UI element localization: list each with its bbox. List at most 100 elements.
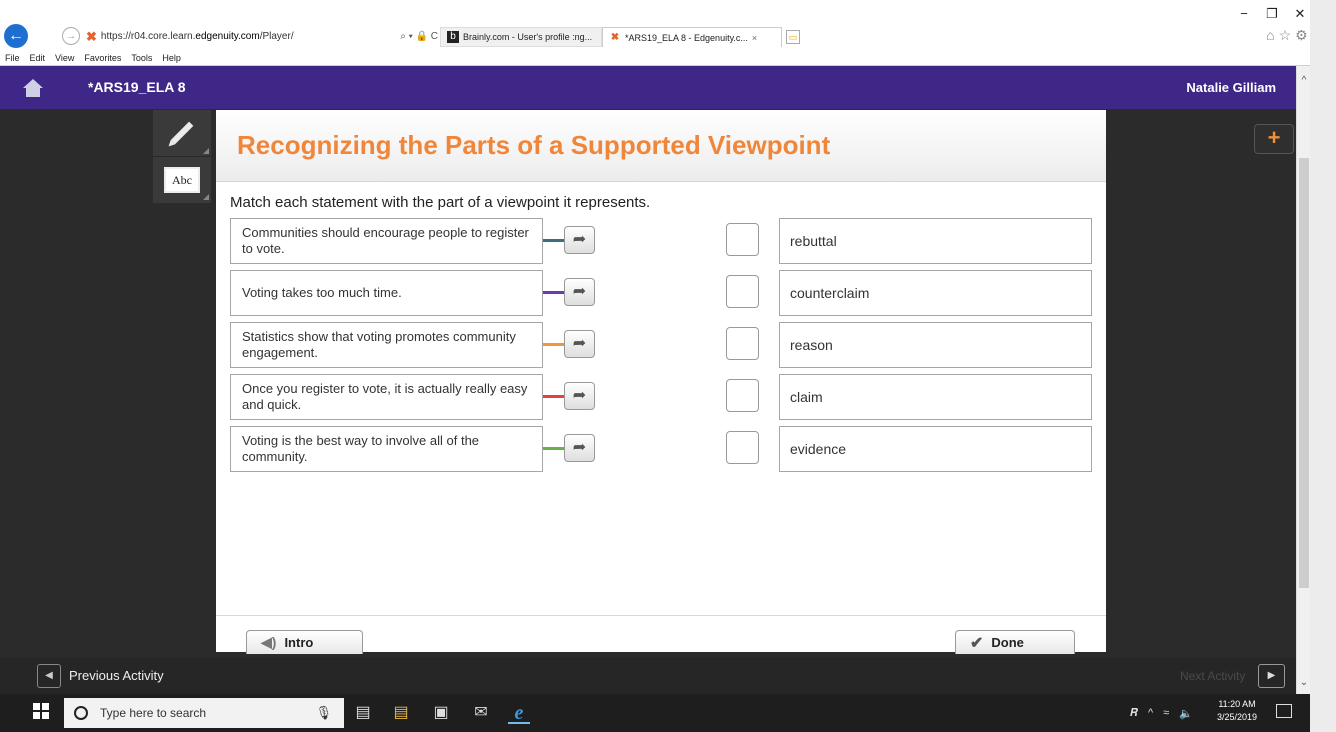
store-icon[interactable]: ▣ [430,702,452,724]
connector-line [543,395,565,398]
windows-start-icon[interactable] [33,703,49,719]
match-arrow-button[interactable]: ➦ [564,226,595,254]
arrow-icon: ➦ [572,283,587,300]
address-url[interactable]: https://r04.core.learn.edgenuity.com/Pla… [101,27,396,47]
browser-chrome: ← → ✖ https://r04.core.learn.edgenuity.c… [0,0,1336,66]
tray-chevron-up-icon[interactable]: ^ [1148,707,1153,719]
wifi-icon[interactable]: ≈ [1163,707,1169,719]
match-arrow-button[interactable]: ➦ [564,382,595,410]
windows-taskbar: Type here to search 🎙 ▤ ▤ ▣ ✉ e 𝑹 ^ ≈ 🔈 … [0,694,1310,732]
intro-label: Intro [284,635,314,650]
match-target-box[interactable] [726,223,759,256]
statement-box[interactable]: Voting is the best way to involve all of… [230,426,543,472]
microphone-icon[interactable]: 🎙 [315,705,332,721]
home-page-icon[interactable]: ⌂ [1266,27,1278,43]
menu-view[interactable]: View [50,50,79,66]
scroll-down-icon[interactable]: ⌄ [1297,674,1311,692]
connector-line [543,447,565,450]
mail-icon[interactable]: ✉ [470,702,492,724]
statement-text: Voting is the best way to involve all of… [242,433,480,464]
answer-text: counterclaim [790,285,870,301]
menu-favorites[interactable]: Favorites [79,50,126,66]
internet-explorer-icon[interactable]: e [508,702,530,724]
previous-activity-label[interactable]: Previous Activity [69,658,164,694]
file-explorer-icon[interactable]: ▤ [390,702,412,724]
menu-file[interactable]: File [0,50,25,66]
next-activity-button[interactable]: ▶ [1258,664,1285,688]
arrow-icon: ➦ [572,387,587,404]
activity-footer: ◀) Intro ✔ Done [216,615,1106,654]
brainly-favicon-icon: b [447,31,459,43]
match-arrow-button[interactable]: ➦ [564,330,595,358]
answer-box: evidence [779,426,1092,472]
dictionary-icon: Abc [164,166,200,193]
done-button[interactable]: ✔ Done [955,630,1075,654]
restore-icon[interactable]: ❐ [1262,6,1282,22]
people-icon[interactable]: 𝑹 [1130,707,1138,720]
match-target-box[interactable] [726,431,759,464]
plus-icon: + [1267,125,1281,150]
minimize-icon[interactable]: − [1234,6,1254,21]
activity-panel: Recognizing the Parts of a Supported Vie… [216,110,1106,654]
menu-help[interactable]: Help [157,50,186,66]
cortana-icon [74,706,88,720]
intro-button[interactable]: ◀) Intro [246,630,363,654]
plus-button[interactable]: + [1254,124,1294,154]
taskbar-search[interactable]: Type here to search 🎙 [64,698,344,728]
home-button[interactable] [0,66,66,109]
statement-text: Voting takes too much time. [242,285,402,300]
menu-edit[interactable]: Edit [25,50,51,66]
forward-arrow-icon[interactable]: → [62,27,80,45]
close-window-icon[interactable]: ✕ [1290,6,1310,22]
user-name[interactable]: Natalie Gilliam [1186,66,1276,109]
app-header: *ARS19_ELA 8 Natalie Gilliam [0,66,1296,109]
answer-text: evidence [790,441,847,457]
chevron-left-icon: ◀ [45,670,53,681]
arrow-icon: ➦ [572,439,587,456]
next-activity-label: Next Activity [1180,669,1246,683]
checkmark-icon: ✔ [970,634,984,652]
address-tools-icons[interactable]: ⌕ ▾ 🔒 C [400,27,438,47]
page-scrollbar[interactable]: ^ ⌄ [1296,66,1310,694]
favorites-star-icon[interactable]: ☆ [1279,27,1296,43]
address-bar[interactable]: ✖ https://r04.core.learn.edgenuity.com/P… [86,27,438,47]
statement-box[interactable]: Once you register to vote, it is actuall… [230,374,543,420]
previous-activity-button[interactable]: ◀ [37,664,61,688]
statement-box[interactable]: Statistics show that voting promotes com… [230,322,543,368]
edgenuity-favicon-icon: ✖ [86,29,97,44]
connector-line [543,343,565,346]
statement-box[interactable]: Communities should encourage people to r… [230,218,543,264]
dictionary-tool-button[interactable]: Abc [153,156,211,202]
match-arrow-button[interactable]: ➦ [564,278,595,306]
menu-tools[interactable]: Tools [126,50,157,66]
statement-box[interactable]: Voting takes too much time. [230,270,543,316]
arrow-icon: ➦ [572,231,587,248]
answer-box: claim [779,374,1092,420]
scroll-thumb[interactable] [1299,158,1309,588]
task-view-icon[interactable]: ▤ [352,702,374,724]
match-arrow-button[interactable]: ➦ [564,434,595,462]
window-edge [1310,0,1336,732]
tab-close-icon[interactable]: × [752,28,757,47]
edgenuity-tab-favicon-icon: ✖ [610,31,620,43]
back-arrow-icon[interactable]: ← [4,24,28,48]
volume-icon[interactable]: 🔈 [1179,707,1193,720]
answer-text: rebuttal [790,233,837,249]
tab-brainly[interactable]: b Brainly.com - User's profile :ng... [440,27,602,47]
taskbar-search-placeholder: Type here to search [100,706,207,720]
action-center-icon[interactable] [1276,704,1292,718]
answer-text: claim [790,389,823,405]
tool-expand-icon [203,194,209,200]
pencil-tool-button[interactable] [153,110,211,156]
match-target-box[interactable] [726,379,759,412]
tab-edgenuity[interactable]: ✖ *ARS19_ELA 8 - Edgenuity.c... × [602,27,782,47]
match-target-box[interactable] [726,275,759,308]
taskbar-clock[interactable]: 11:20 AM 3/25/2019 [1205,698,1269,724]
new-tab-icon[interactable]: ▭ [786,30,800,44]
match-target-box[interactable] [726,327,759,360]
scroll-up-icon[interactable]: ^ [1297,72,1311,90]
activity-instruction: Match each statement with the part of a … [230,194,651,211]
tools-palette: Abc [153,110,211,203]
answer-box: reason [779,322,1092,368]
statement-text: Statistics show that voting promotes com… [242,329,516,360]
